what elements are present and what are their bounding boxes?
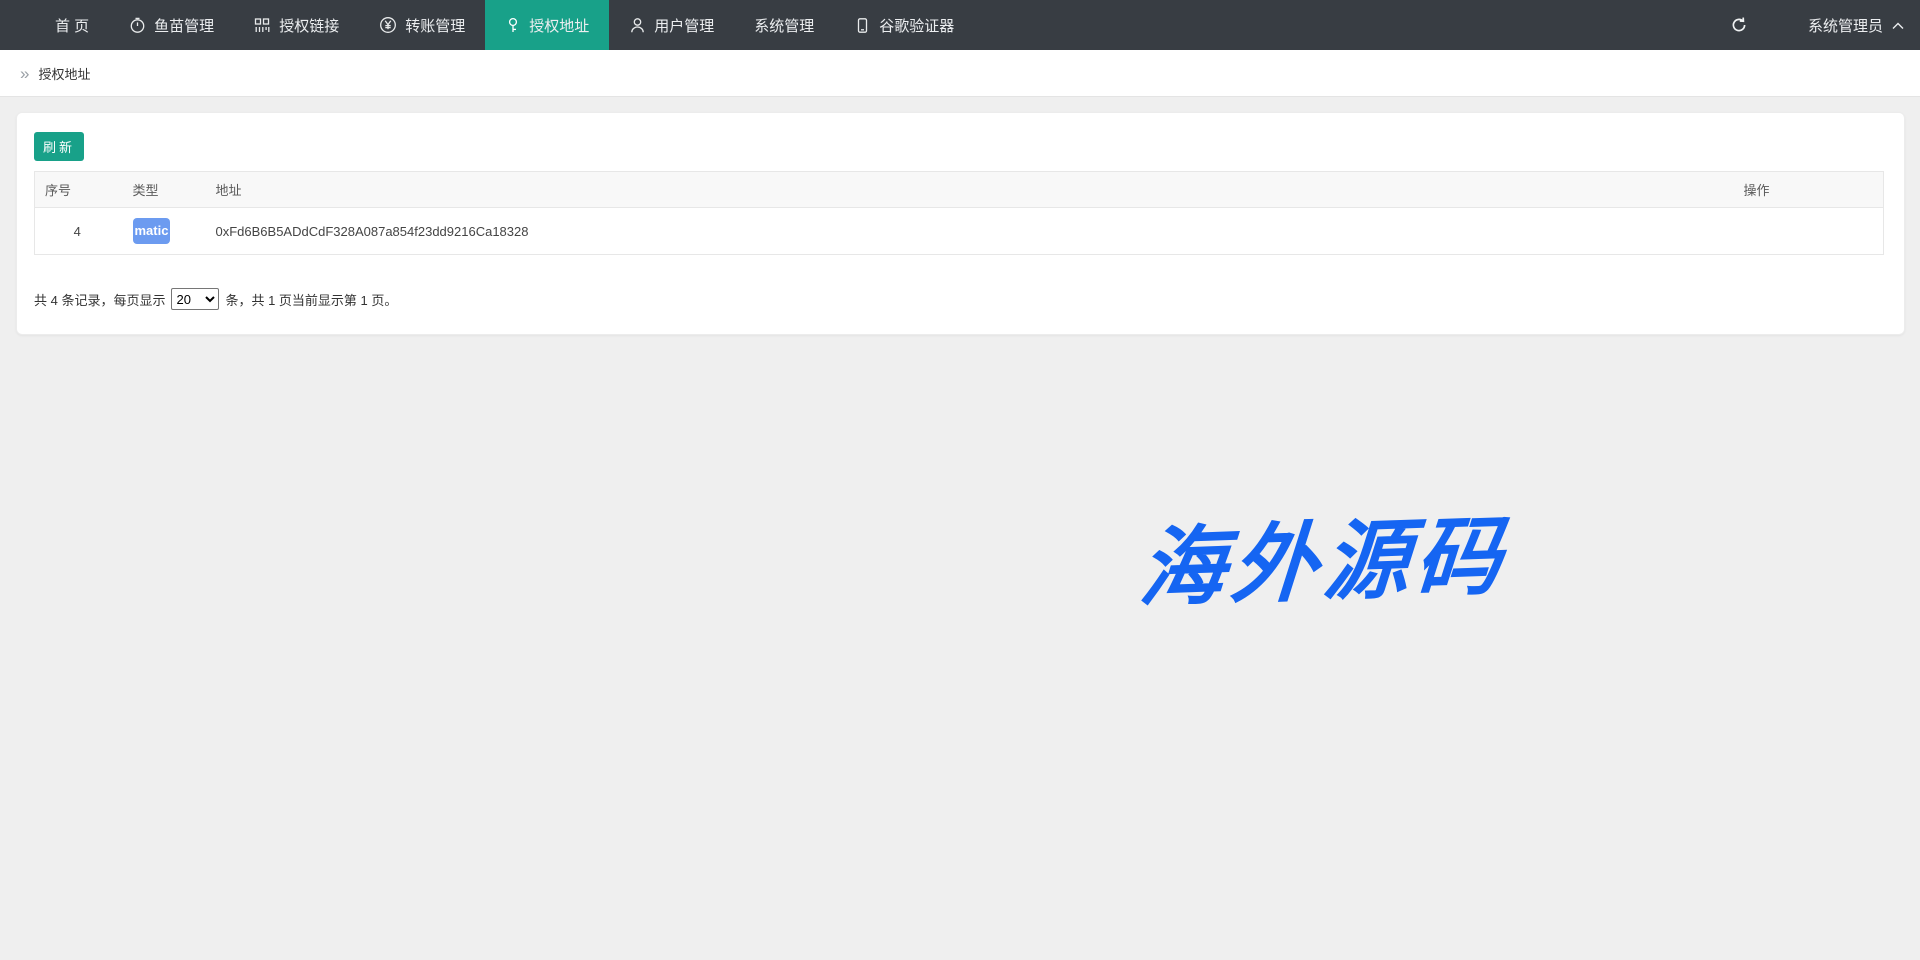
nav-item-auth-address[interactable]: 授权地址	[485, 0, 609, 50]
navbar-right: 系统管理员	[1730, 0, 1920, 50]
watermark-text: 海外源码	[1136, 485, 1513, 623]
phone-icon	[854, 17, 871, 34]
auth-address-panel: 刷新 序号 类型 地址 操作 4 matic 0xFd6B6B5ADdCdF32…	[16, 112, 1905, 335]
chevron-up-icon	[1892, 17, 1904, 34]
nav-menu: 首 页 鱼苗管理	[0, 0, 974, 50]
cell-type: matic	[120, 208, 216, 255]
breadcrumb-title: 授权地址	[38, 64, 90, 83]
nav-item-google-authenticator[interactable]: 谷歌验证器	[834, 0, 974, 50]
nav-item-label: 用户管理	[654, 15, 714, 36]
table-header-row: 序号 类型 地址 操作	[35, 172, 1884, 208]
nav-item-auth-links[interactable]: 授权链接	[234, 0, 359, 50]
content-area: 刷新 序号 类型 地址 操作 4 matic 0xFd6B6B5ADdCdF32…	[0, 97, 1920, 335]
nav-item-label: 授权地址	[529, 15, 589, 36]
cell-action	[1734, 208, 1884, 255]
cell-seq: 4	[35, 208, 120, 255]
column-header-address: 地址	[216, 172, 1734, 208]
user-icon	[629, 17, 646, 34]
column-header-action: 操作	[1734, 172, 1884, 208]
nav-item-fry-management[interactable]: 鱼苗管理	[109, 0, 234, 50]
nav-item-label: 鱼苗管理	[154, 15, 214, 36]
pagination-bar: 共 4 条记录，每页显示 20 条，共 1 页当前显示第 1 页。	[34, 288, 1884, 310]
yen-circle-icon	[379, 16, 397, 34]
timer-icon	[129, 17, 146, 34]
column-header-seq: 序号	[35, 172, 120, 208]
nav-item-label: 系统管理	[754, 15, 814, 36]
nav-item-label: 转账管理	[405, 15, 465, 36]
cell-address: 0xFd6B6B5ADdCdF328A087a854f23dd9216Ca183…	[216, 208, 1734, 255]
type-badge: matic	[133, 218, 171, 244]
pagination-suffix: 条，共 1 页当前显示第 1 页。	[225, 290, 397, 309]
nav-item-label: 授权链接	[279, 15, 339, 36]
double-chevron-icon: »	[20, 65, 29, 82]
top-navbar: 首 页 鱼苗管理	[0, 0, 1920, 50]
nav-item-home[interactable]: 首 页	[35, 0, 109, 50]
nav-item-label: 谷歌验证器	[879, 15, 954, 36]
nav-item-label: 首 页	[55, 15, 89, 36]
user-menu[interactable]: 系统管理员	[1808, 15, 1904, 36]
refresh-button[interactable]: 刷新	[34, 132, 84, 161]
page-size-select[interactable]: 20	[171, 288, 219, 310]
nav-item-system-management[interactable]: 系统管理	[734, 0, 834, 50]
key-icon	[505, 17, 521, 34]
pagination-prefix: 共 4 条记录，每页显示	[34, 290, 165, 309]
user-name: 系统管理员	[1808, 15, 1883, 36]
refresh-icon[interactable]	[1730, 16, 1748, 34]
nav-item-transfer-management[interactable]: 转账管理	[359, 0, 485, 50]
breadcrumb: » 授权地址	[0, 50, 1920, 97]
auth-address-table: 序号 类型 地址 操作 4 matic 0xFd6B6B5ADdCdF328A0…	[34, 171, 1884, 255]
nav-item-user-management[interactable]: 用户管理	[609, 0, 734, 50]
column-header-type: 类型	[120, 172, 216, 208]
qr-icon	[254, 17, 271, 34]
table-row: 4 matic 0xFd6B6B5ADdCdF328A087a854f23dd9…	[35, 208, 1884, 255]
